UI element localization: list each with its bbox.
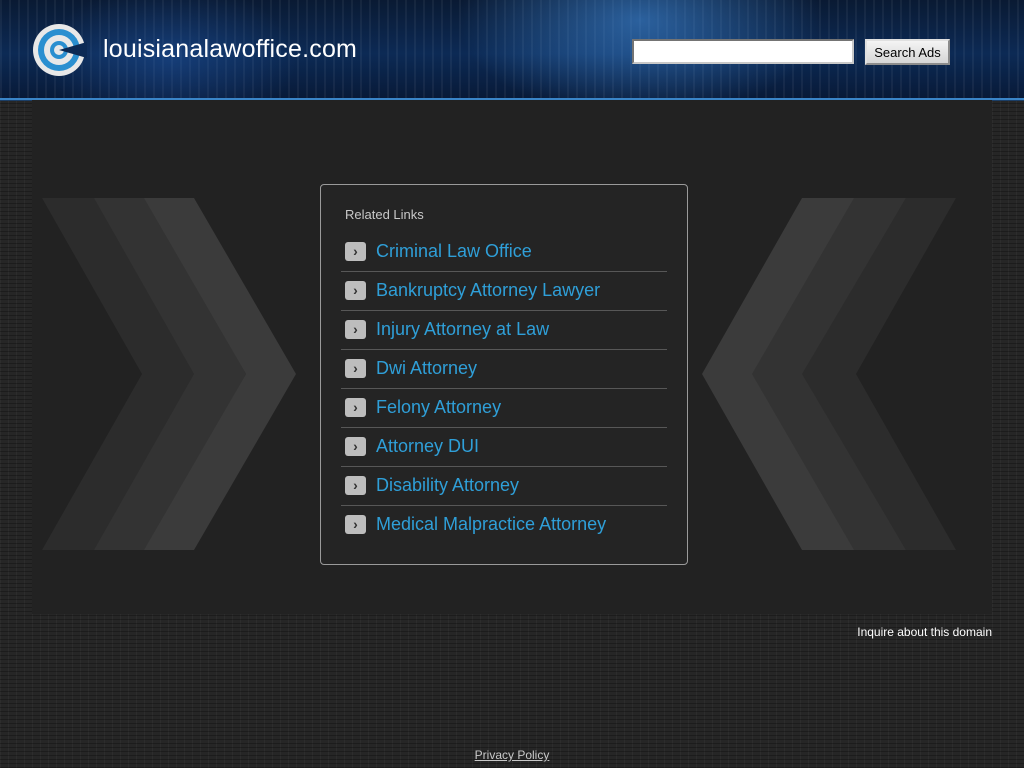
inquire-domain-link[interactable]: Inquire about this domain (857, 625, 992, 639)
chevron-right-icon[interactable]: › (345, 476, 366, 495)
search-input[interactable] (632, 39, 854, 64)
left-chevrons-decoration (42, 198, 296, 550)
related-link-item[interactable]: › Dwi Attorney (341, 350, 667, 389)
related-link[interactable]: Felony Attorney (376, 397, 501, 418)
related-link[interactable]: Attorney DUI (376, 436, 479, 457)
right-chevrons-decoration (702, 198, 956, 550)
related-link-item[interactable]: › Medical Malpractice Attorney (341, 506, 667, 544)
chevron-right-icon[interactable]: › (345, 359, 366, 378)
related-links-list: › Criminal Law Office › Bankruptcy Attor… (341, 233, 667, 544)
related-link[interactable]: Disability Attorney (376, 475, 519, 496)
privacy-policy-link[interactable]: Privacy Policy (475, 748, 550, 762)
search-ads-button[interactable]: Search Ads (865, 39, 950, 65)
header-banner: louisianalawoffice.com Search Ads (0, 0, 1024, 100)
related-link-item[interactable]: › Disability Attorney (341, 467, 667, 506)
chevron-right-icon[interactable]: › (345, 242, 366, 261)
site-name: louisianalawoffice.com (103, 35, 358, 63)
related-link-item[interactable]: › Bankruptcy Attorney Lawyer (341, 272, 667, 311)
related-link[interactable]: Criminal Law Office (376, 241, 532, 262)
related-link-item[interactable]: › Injury Attorney at Law (341, 311, 667, 350)
related-link[interactable]: Bankruptcy Attorney Lawyer (376, 280, 600, 301)
chevron-right-icon[interactable]: › (345, 281, 366, 300)
privacy-footer: Privacy Policy (0, 748, 1024, 762)
related-links-panel: Related Links › Criminal Law Office › Ba… (320, 184, 688, 565)
chevron-right-icon[interactable]: › (345, 437, 366, 456)
related-link-item[interactable]: › Attorney DUI (341, 428, 667, 467)
related-link[interactable]: Dwi Attorney (376, 358, 477, 379)
related-link-item[interactable]: › Criminal Law Office (341, 233, 667, 272)
circular-search-logo-icon (33, 24, 87, 76)
related-link-item[interactable]: › Felony Attorney (341, 389, 667, 428)
related-link[interactable]: Injury Attorney at Law (376, 319, 549, 340)
chevron-right-icon[interactable]: › (345, 398, 366, 417)
chevron-right-icon[interactable]: › (345, 320, 366, 339)
related-link[interactable]: Medical Malpractice Attorney (376, 514, 606, 535)
chevron-right-icon[interactable]: › (345, 515, 366, 534)
related-links-title: Related Links (345, 207, 424, 222)
